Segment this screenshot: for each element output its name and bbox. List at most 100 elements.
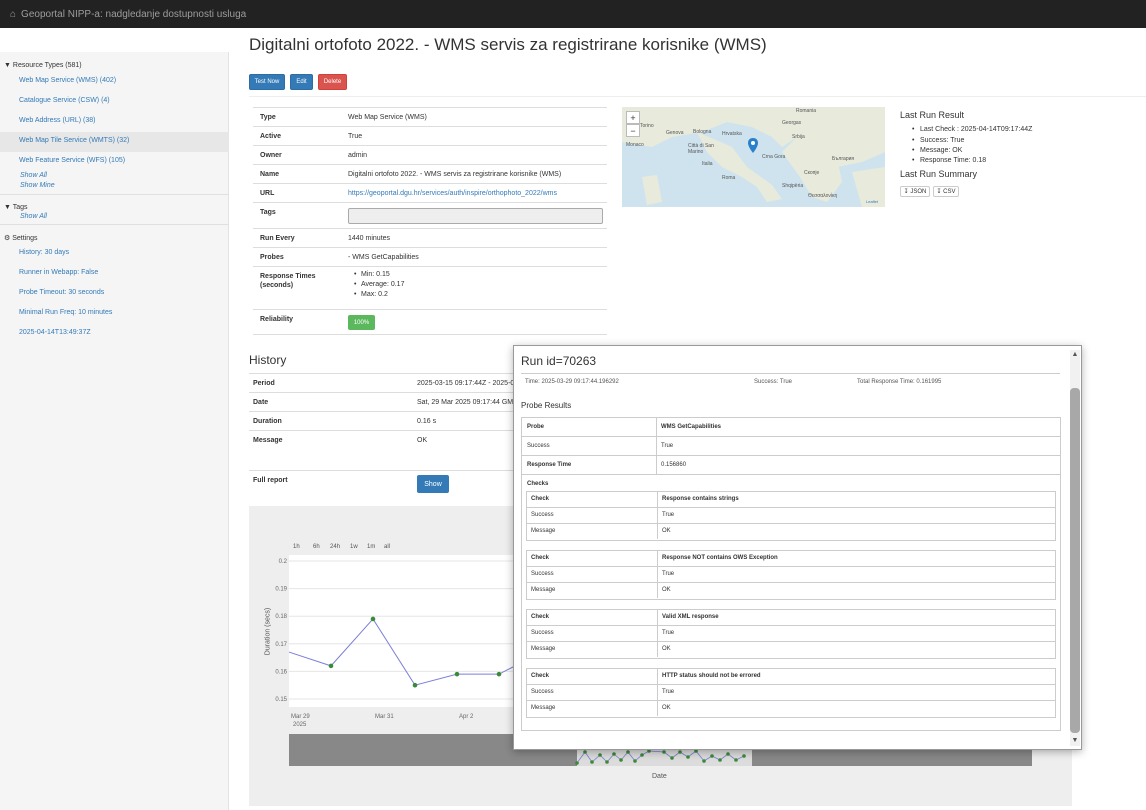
info-row-run-every: Run Every 1440 minutes <box>253 228 607 247</box>
setting-min-run-freq[interactable]: Minimal Run Freq: 10 minutes <box>19 309 112 316</box>
chart-plot-area[interactable] <box>289 555 515 707</box>
show-full-report-button[interactable]: Show <box>417 475 449 493</box>
probe-results-table: Probe WMS GetCapabilities Success True R… <box>521 417 1061 731</box>
value: OK <box>662 705 671 711</box>
tags-heading[interactable]: ▼ Tags <box>4 204 28 211</box>
map-marker-icon[interactable] <box>748 138 758 153</box>
label: Message <box>531 705 556 711</box>
last-run-item: Success: True <box>912 137 964 144</box>
app-title[interactable]: Geoportal NIPP-a: nadgledanje dostupnost… <box>21 9 246 20</box>
last-run-item: Response Time: 0.18 <box>912 157 986 164</box>
history-title: History <box>249 353 287 367</box>
value: Web Map Service (WMS) <box>348 114 427 121</box>
scroll-up-arrow-icon[interactable]: ▲ <box>1070 350 1080 360</box>
show-mine-link[interactable]: Show Mine <box>20 182 55 189</box>
label: Date <box>253 399 269 406</box>
edit-button[interactable]: Edit <box>290 74 313 90</box>
last-run-item: Message: OK <box>912 147 963 154</box>
label: Reliability <box>260 316 294 323</box>
check-success-row: Success True <box>527 508 1055 524</box>
label: Duration <box>253 418 282 425</box>
info-row-tags: Tags <box>253 202 607 228</box>
map-label: Bologna <box>693 129 712 135</box>
divider <box>657 669 658 684</box>
history-row-duration: Duration 0.16 s <box>249 411 519 430</box>
divider <box>657 508 658 523</box>
label: Check <box>531 614 550 620</box>
url-link[interactable]: https://geoportal.dgu.hr/services/auth/i… <box>348 190 557 197</box>
last-run-summary-title: Last Run Summary <box>900 169 978 179</box>
map-label: Shqipëria <box>782 183 804 189</box>
value: True <box>662 689 675 695</box>
check-success-row: Success True <box>527 685 1055 701</box>
divider <box>656 418 657 436</box>
divider <box>657 524 658 539</box>
label: Response Time <box>527 462 572 468</box>
delete-button[interactable]: Delete <box>318 74 347 90</box>
setting-probe-timeout[interactable]: Probe Timeout: 30 seconds <box>19 289 104 296</box>
sidebar-item-csw[interactable]: Catalogue Service (CSW) (4) <box>19 97 110 104</box>
settings-heading[interactable]: ⚙ Settings <box>4 234 38 242</box>
check-row: Check Response contains strings <box>527 492 1055 508</box>
info-row-url: URL https://geoportal.dgu.hr/services/au… <box>253 183 607 202</box>
range-1w-button[interactable]: 1w <box>350 544 367 550</box>
reliability-badge: 100% <box>348 315 375 330</box>
tags-input[interactable] <box>348 208 603 224</box>
sidebar-item-wms[interactable]: Web Map Service (WMS) (402) <box>19 77 116 84</box>
label: (seconds) <box>260 282 294 289</box>
rt-min: Min: 0.15 <box>361 271 390 278</box>
run-success: Success: True <box>754 379 793 385</box>
value: 0.16 s <box>417 418 437 425</box>
range-all-button[interactable]: all <box>384 544 401 550</box>
range-1h-button[interactable]: 1h <box>293 544 313 550</box>
label: Message <box>531 646 556 652</box>
scroll-down-arrow-icon[interactable]: ▼ <box>1070 736 1080 746</box>
sidebar-item-wfs[interactable]: Web Feature Service (WFS) (105) <box>19 157 125 164</box>
history-row-message: Message OK <box>249 430 519 470</box>
location-map[interactable]: + − Romania Georgas Srbija Crna Gora Shq… <box>622 107 885 207</box>
zoom-in-button[interactable]: + <box>626 111 640 124</box>
tags-show-all-link[interactable]: Show All <box>20 213 47 220</box>
value: 2025-03-15 09:17:44Z - 2025-0 <box>417 380 515 387</box>
sidebar-item-wmts[interactable]: Web Map Tile Service (WMTS) (32) <box>0 132 229 152</box>
download-icon: ↧ <box>936 189 942 195</box>
resource-types-heading[interactable]: ▼ Resource Types (581) <box>4 62 82 69</box>
map-label: Genova <box>666 130 684 136</box>
setting-history[interactable]: History: 30 days <box>19 249 69 256</box>
bullet: • <box>354 281 357 288</box>
modal-scrollbar-thumb[interactable] <box>1070 388 1080 733</box>
sidebar-item-url[interactable]: Web Address (URL) (38) <box>19 117 96 124</box>
csv-download-button[interactable]: ↧ CSV <box>933 186 959 197</box>
modal-title: Run id=70263 <box>521 354 597 368</box>
test-now-button[interactable]: Test Now <box>249 74 285 90</box>
setting-timestamp[interactable]: 2025-04-14T13:49:37Z <box>19 329 91 336</box>
divider <box>657 492 658 507</box>
zoom-out-button[interactable]: − <box>626 124 640 137</box>
divider <box>657 551 658 566</box>
run-time: Time: 2025-03-29 09:17:44.196292 <box>525 379 619 385</box>
value: WMS GetCapabilities <box>661 424 722 430</box>
label: Owner <box>260 152 282 159</box>
home-icon[interactable]: ⌂ <box>10 9 16 20</box>
check-message-row: Message OK <box>527 642 1055 658</box>
divider <box>657 685 658 700</box>
setting-runner[interactable]: Runner in Webapp: False <box>19 269 98 276</box>
check-block: Check Response contains strings Success Tr… <box>526 491 1056 541</box>
show-all-link[interactable]: Show All <box>20 172 47 179</box>
range-6h-button[interactable]: 6h <box>313 544 330 550</box>
check-success-row: Success True <box>527 626 1055 642</box>
map-attribution[interactable]: Leaflet <box>866 199 878 204</box>
range-24h-button[interactable]: 24h <box>330 544 350 550</box>
range-1m-button[interactable]: 1m <box>367 544 384 550</box>
check-message-row: Message OK <box>527 524 1055 540</box>
map-label: Θεσσαλονίκη <box>808 193 838 199</box>
value: OK <box>417 437 428 444</box>
map-label: Srbija <box>792 134 805 140</box>
json-download-button[interactable]: ↧ JSON <box>900 186 930 197</box>
info-row-active: Active True <box>253 126 607 145</box>
info-row-probes: Probes - WMS GetCapabilities <box>253 247 607 266</box>
label: Active <box>260 133 282 140</box>
divider <box>657 626 658 641</box>
rt-max: Max: 0.2 <box>361 291 388 298</box>
value: Response NOT contains OWS Exception <box>662 555 778 561</box>
